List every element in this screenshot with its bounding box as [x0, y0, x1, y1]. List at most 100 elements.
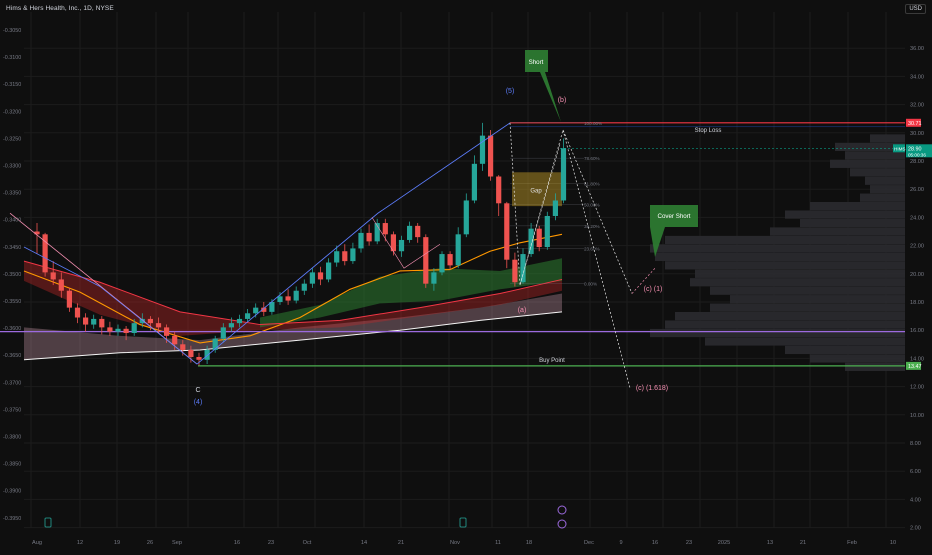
candle-body: [496, 176, 502, 204]
volume-profile-bar: [710, 303, 905, 312]
buy-point-label: Buy Point: [539, 358, 565, 364]
left-axis-tick: -0.3550: [3, 299, 21, 305]
left-axis-tick: -0.3300: [3, 164, 21, 170]
x-axis-tick: 12: [77, 540, 83, 546]
volume-profile-bar: [730, 295, 905, 304]
right-axis-tick: 20.00: [910, 272, 924, 278]
candle-body: [66, 290, 72, 308]
candle-body: [309, 272, 315, 284]
left-axis-tick: -0.3650: [3, 353, 21, 359]
volume-profile-bar: [810, 202, 905, 211]
candle-body: [99, 318, 105, 328]
x-axis-tick: Dec: [584, 540, 594, 546]
candle-body: [245, 313, 251, 319]
right-axis-tick: 12.00: [910, 385, 924, 391]
wave-c1-label: (c) (1): [644, 286, 663, 293]
candle-body: [431, 272, 437, 284]
x-axis-tick: Sep: [172, 540, 182, 546]
candle-body: [382, 223, 388, 235]
wave-C-label: C: [195, 387, 200, 394]
wave-b-label: (b): [558, 97, 567, 104]
fib-level-label: 100.00%: [584, 121, 602, 126]
volume-profile-bar: [830, 159, 905, 168]
chart-container[interactable]: Stop Loss Buy Point 100.00% 78.60% 61.80% 50…: [0, 0, 932, 550]
right-axis-tick: 34.00: [910, 74, 924, 80]
candle-body: [398, 239, 405, 252]
candle-body: [180, 344, 186, 350]
stop-loss-label: Stop Loss: [695, 128, 722, 134]
volume-profile-bar: [870, 134, 905, 143]
candle-body: [544, 215, 550, 248]
right-axis-tick: 22.00: [910, 244, 924, 250]
x-axis-tick: 21: [398, 540, 404, 546]
candle-body: [50, 272, 56, 280]
volume-profile-bar: [655, 252, 905, 261]
x-axis-tick: 13: [767, 540, 773, 546]
candle-body: [317, 272, 324, 280]
right-axis-tick: 2.00: [910, 526, 921, 532]
symbol-tag-text: HIMS: [894, 146, 905, 151]
price-chart[interactable]: Stop LossBuy Point 100.00%78.60%61.80%50…: [0, 0, 932, 550]
candle-body: [455, 234, 461, 266]
buy-price-text: 13.47: [908, 364, 922, 370]
right-axis-tick: 6.00: [910, 469, 921, 475]
volume-profile-bar: [850, 168, 905, 177]
stop-loss-price-text: 30.71: [908, 121, 922, 127]
wave-5-label: (5): [506, 88, 515, 95]
candle-body: [536, 228, 542, 248]
volume-profile-bar: [650, 244, 905, 253]
candle-body: [293, 290, 299, 301]
right-axis-tick: 26.00: [910, 187, 924, 193]
candle-body: [83, 317, 89, 325]
left-axis-tick: -0.3900: [3, 489, 21, 495]
candle-body: [552, 200, 558, 216]
candle-body: [463, 200, 469, 235]
left-axis-tick: -0.3050: [3, 28, 21, 34]
time-axis[interactable]: Aug 12 19 26 Sep 16 23 Oct 14 21 Nov 11 18 Dec 9 16 23 20…: [0, 533, 905, 550]
volume-profile-bar: [665, 320, 905, 329]
symbol-title[interactable]: Hims & Hers Health, Inc., 1D, NYSE: [6, 5, 114, 12]
left-axis-tick: -0.3950: [3, 516, 21, 522]
x-axis-tick: 18: [526, 540, 532, 546]
volume-profile-bar: [845, 362, 905, 371]
right-axis-tick: 18.00: [910, 300, 924, 306]
candle-body: [253, 307, 259, 314]
volume-profile-bar: [785, 345, 905, 355]
candle-body: [188, 349, 194, 357]
candle-body: [172, 335, 178, 345]
right-axis-tick: 30.00: [910, 131, 924, 137]
candle-body: [131, 323, 137, 334]
volume-profile-bar: [785, 210, 905, 219]
candle-body: [212, 338, 218, 350]
volume-profile-bar: [675, 312, 905, 321]
right-axis-tick: 24.00: [910, 215, 924, 221]
volume-profile-bar: [710, 286, 905, 295]
x-axis-tick: Oct: [303, 540, 312, 546]
x-axis-tick: 16: [234, 540, 240, 546]
x-axis-tick: Feb: [847, 540, 857, 546]
fib-level-label: 78.60%: [584, 156, 600, 161]
left-axis-tick: -0.3800: [3, 435, 21, 441]
right-axis-tick: 14.00: [910, 356, 924, 362]
fib-level-label: 50.00%: [584, 203, 600, 208]
x-axis-tick: 2025: [718, 540, 730, 546]
candle-body: [164, 327, 170, 336]
x-axis-tick: 16: [652, 540, 658, 546]
right-axis-tick: 4.00: [910, 497, 921, 503]
x-axis-tick: 21: [800, 540, 806, 546]
right-axis-tick: 28.00: [910, 159, 924, 165]
left-axis-tick: -0.3850: [3, 462, 21, 468]
volume-profile-bar: [810, 354, 905, 363]
left-axis-tick: -0.3350: [3, 191, 21, 197]
right-axis-tick: 10.00: [910, 413, 924, 419]
right-axis-tick: 36.00: [910, 46, 924, 52]
candle-body: [228, 323, 234, 328]
currency-button[interactable]: USD: [905, 4, 926, 14]
x-axis-tick: 10: [890, 540, 896, 546]
candle-body: [107, 327, 113, 332]
candle-body: [560, 148, 567, 201]
x-axis-tick: 23: [268, 540, 274, 546]
volume-profile-bar: [695, 269, 905, 278]
right-axis-tick: 8.00: [910, 441, 921, 447]
candle-body: [301, 283, 307, 291]
